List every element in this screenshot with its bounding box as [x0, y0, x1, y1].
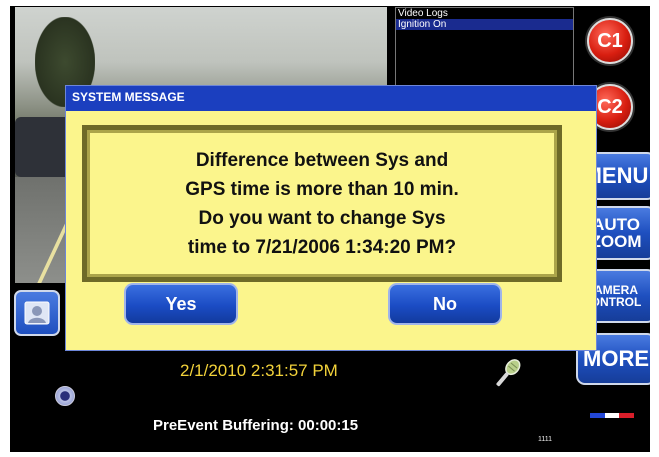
indicator-blue — [590, 413, 605, 418]
log-item-video-logs[interactable]: Video Logs — [396, 8, 573, 19]
indicator-white — [604, 413, 620, 418]
system-message-dialog: SYSTEM MESSAGE Difference between Sys an… — [65, 85, 597, 351]
more-label: MORE — [583, 346, 649, 371]
message-line: time to 7/21/2006 1:34:20 PM? — [187, 236, 457, 258]
message-line: Do you want to change Sys — [198, 207, 446, 229]
indicator-red — [619, 413, 635, 418]
yes-label: Yes — [165, 293, 197, 314]
auto-zoom-label-2: ZOOM — [590, 232, 642, 251]
dvr-screen: Video Logs Ignition On C1 C2 MENU AUTO Z… — [10, 6, 650, 452]
message-line: Difference between Sys and — [195, 149, 449, 171]
prevent-buffering-status: PreEvent Buffering: 00:00:15 — [153, 417, 359, 434]
no-label: No — [433, 293, 457, 314]
status-indicator-bar — [590, 413, 635, 418]
c2-label: C2 — [597, 95, 623, 118]
message-text: Difference between Sys and GPS time is m… — [185, 146, 458, 262]
dialog-body: Difference between Sys and GPS time is m… — [66, 111, 596, 350]
yes-button[interactable]: Yes — [124, 283, 238, 325]
no-button[interactable]: No — [388, 283, 502, 325]
log-panel[interactable]: Video Logs Ignition On — [395, 7, 574, 97]
message-line: GPS time is more than 10 min. — [185, 178, 459, 200]
microphone-icon[interactable] — [487, 354, 527, 394]
message-box: Difference between Sys and GPS time is m… — [82, 125, 562, 282]
record-circle-icon[interactable] — [55, 386, 75, 406]
camera-control-label-2: ONTROL — [590, 295, 642, 309]
small-number: 1111 — [538, 436, 553, 443]
c1-label: C1 — [597, 29, 623, 52]
dialog-title: SYSTEM MESSAGE — [72, 90, 185, 104]
datetime-display: 2/1/2010 2:31:57 PM — [180, 361, 338, 380]
contact-card-icon — [24, 301, 50, 325]
log-item-ignition-on[interactable]: Ignition On — [396, 19, 573, 30]
c1-button[interactable]: C1 — [587, 18, 633, 64]
contact-button[interactable] — [14, 290, 60, 336]
auto-zoom-label-1: AUTO — [592, 215, 640, 234]
